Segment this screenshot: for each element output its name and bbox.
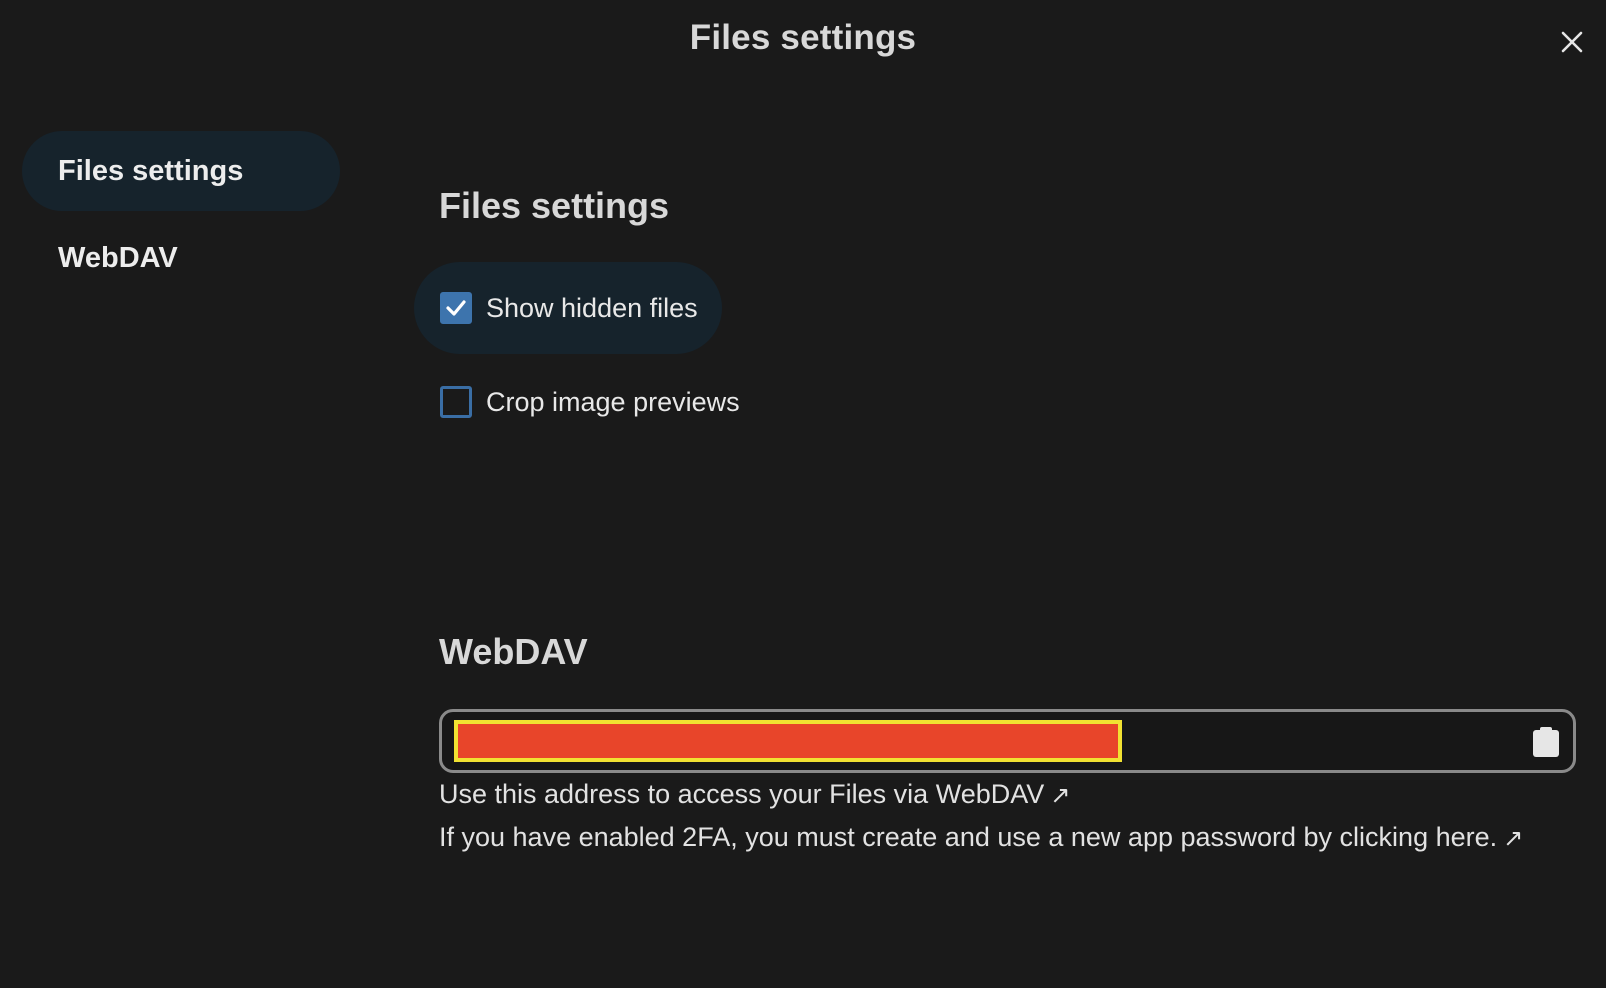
copy-url-button[interactable] bbox=[1526, 722, 1566, 762]
close-icon bbox=[1561, 31, 1583, 53]
sidebar-item-files-settings[interactable]: Files settings bbox=[22, 131, 340, 211]
checkmark-icon bbox=[446, 300, 466, 316]
webdav-docs-link-label: Use this address to access your Files vi… bbox=[439, 779, 1045, 809]
app-password-link[interactable]: If you have enabled 2FA, you must create… bbox=[439, 822, 1523, 852]
webdav-access-hint: Use this address to access your Files vi… bbox=[439, 779, 1070, 810]
files-settings-dialog: Files settings Files settings WebDAV Fil… bbox=[0, 0, 1606, 988]
app-password-hint: If you have enabled 2FA, you must create… bbox=[439, 822, 1523, 853]
checkbox-unchecked bbox=[440, 386, 472, 418]
app-password-link-label: If you have enabled 2FA, you must create… bbox=[439, 822, 1498, 852]
webdav-docs-link[interactable]: Use this address to access your Files vi… bbox=[439, 779, 1070, 809]
webdav-heading: WebDAV bbox=[439, 631, 588, 672]
show-hidden-files-checkbox[interactable]: Show hidden files bbox=[414, 262, 722, 354]
sidebar-item-label: WebDAV bbox=[58, 241, 178, 274]
clipboard-icon bbox=[1533, 727, 1559, 757]
close-button[interactable] bbox=[1552, 22, 1592, 62]
sidebar-item-label: Files settings bbox=[58, 154, 244, 187]
settings-sidebar: Files settings WebDAV bbox=[22, 131, 340, 305]
external-link-icon: ↗ bbox=[1503, 825, 1524, 852]
checkbox-label: Show hidden files bbox=[486, 292, 698, 323]
external-link-icon: ↗ bbox=[1050, 782, 1071, 809]
redaction-box bbox=[454, 720, 1122, 762]
webdav-url-field[interactable] bbox=[439, 709, 1576, 773]
crop-image-previews-checkbox[interactable]: Crop image previews bbox=[414, 356, 764, 448]
files-settings-heading: Files settings bbox=[439, 185, 670, 226]
sidebar-item-webdav[interactable]: WebDAV bbox=[22, 218, 340, 298]
dialog-title: Files settings bbox=[689, 18, 917, 57]
checkbox-label: Crop image previews bbox=[486, 386, 740, 417]
checkbox-checked bbox=[440, 292, 472, 324]
